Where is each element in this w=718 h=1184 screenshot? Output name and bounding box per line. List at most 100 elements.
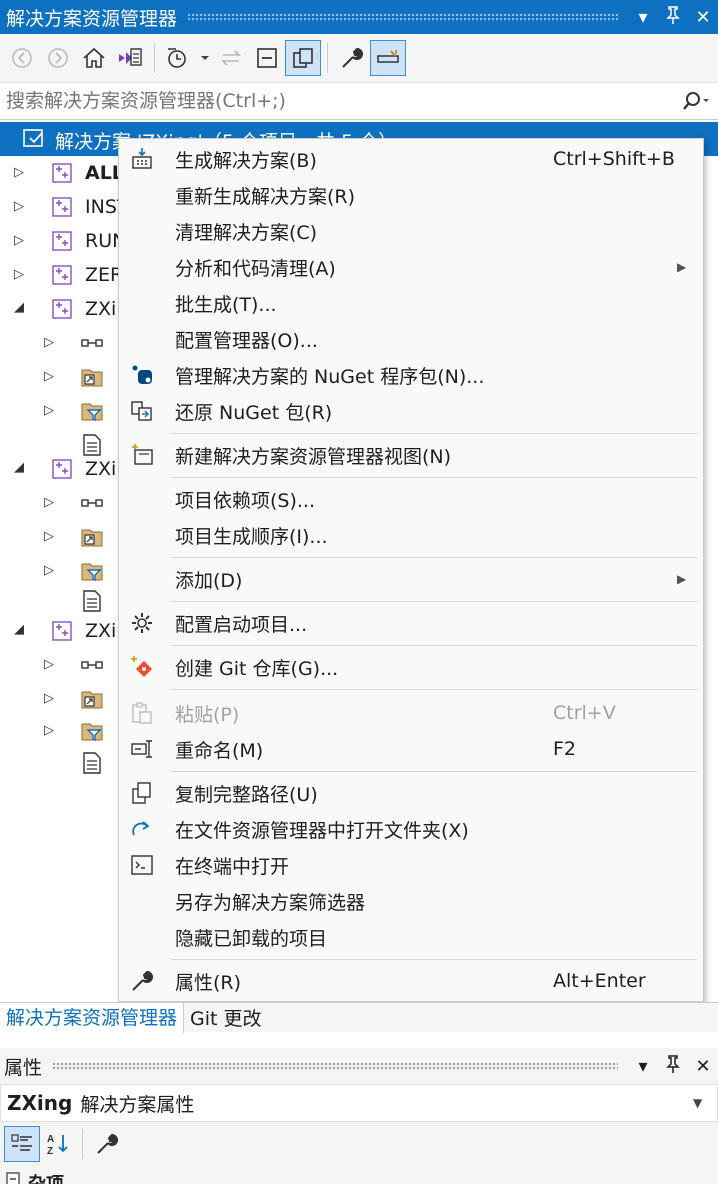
menu-item-create-git-repo[interactable]: 创建 Git 仓库(G)... — [119, 649, 703, 685]
solution-explorer-titlebar: 解决方案资源管理器 ▾ ✕ — [0, 0, 718, 34]
submenu-arrow-icon: ▶ — [677, 572, 687, 586]
home-icon[interactable] — [76, 40, 112, 76]
expand-arrow-icon[interactable]: ▷ — [44, 495, 54, 510]
chevron-down-icon[interactable] — [197, 40, 213, 76]
back-icon[interactable] — [4, 40, 40, 76]
expand-arrow-icon[interactable]: ▷ — [44, 723, 54, 738]
switch-views-icon[interactable] — [112, 40, 148, 76]
context-menu: 生成解决方案(B) Ctrl+Shift+B 重新生成解决方案(R) 清理解决方… — [118, 138, 704, 1002]
expand-arrow-icon[interactable]: ▷ — [44, 563, 54, 578]
window-dropdown-icon[interactable]: ▾ — [628, 7, 658, 28]
expand-arrow-icon[interactable]: ▷ — [44, 369, 54, 384]
menu-item-open-in-explorer[interactable]: 在文件资源管理器中打开文件夹(X) — [119, 811, 703, 847]
object-kind: 解决方案属性 — [80, 1093, 195, 1116]
search-input[interactable] — [0, 90, 674, 112]
references-icon — [80, 334, 106, 356]
menu-item-new-solution-view[interactable]: 新建解决方案资源管理器视图(N) — [119, 437, 703, 473]
menu-separator — [171, 433, 697, 434]
search-bar — [0, 82, 718, 120]
expand-arrow-icon[interactable]: ▷ — [44, 529, 54, 544]
menu-item-restore-nuget[interactable]: 还原 NuGet 包(R) — [119, 393, 703, 429]
menu-separator — [171, 645, 697, 646]
menu-item-add[interactable]: 添加(D) ▶ — [119, 561, 703, 597]
nuget-icon — [129, 362, 155, 388]
solution-explorer-toolbar — [0, 34, 718, 82]
properties-toolbar: AZ — [0, 1122, 718, 1166]
menu-item-rename[interactable]: 重命名(M) F2 — [119, 731, 703, 767]
pin-icon[interactable] — [658, 1054, 688, 1078]
expand-arrow-icon[interactable]: ▷ — [44, 335, 54, 350]
toolbar-divider — [82, 1129, 83, 1159]
menu-item-manage-nuget[interactable]: 管理解决方案的 NuGet 程序包(N)... — [119, 357, 703, 393]
sort-alphabetical-icon[interactable]: AZ — [40, 1126, 76, 1162]
expand-arrow-icon[interactable]: ▷ — [14, 199, 24, 214]
project-icon — [50, 161, 74, 190]
menu-item-clean-solution[interactable]: 清理解决方案(C) — [119, 213, 703, 249]
categorized-icon[interactable] — [4, 1126, 40, 1162]
properties-object-selector[interactable]: ZXing 解决方案属性 ▼ — [0, 1084, 718, 1122]
menu-item-batch-build[interactable]: 批生成(T)... — [119, 285, 703, 321]
menu-item-project-dependencies[interactable]: 项目依赖项(S)... — [119, 481, 703, 517]
menu-item-analyze-cleanup[interactable]: 分析和代码清理(A) ▶ — [119, 249, 703, 285]
menu-item-save-as-filter[interactable]: 另存为解决方案筛选器 — [119, 883, 703, 919]
collapse-arrow-icon[interactable]: ◢ — [14, 300, 24, 315]
toolbar-divider — [154, 43, 155, 73]
rename-icon — [129, 736, 155, 762]
pending-changes-filter-icon[interactable] — [161, 40, 197, 76]
git-icon — [129, 654, 155, 680]
close-icon[interactable]: ✕ — [688, 1056, 718, 1077]
expand-arrow-icon[interactable]: ▷ — [14, 165, 24, 180]
window-dropdown-icon[interactable]: ▾ — [628, 1056, 658, 1077]
menu-item-properties[interactable]: 属性(R) Alt+Enter — [119, 963, 703, 999]
expand-arrow-icon[interactable]: ▷ — [44, 691, 54, 706]
project-icon — [50, 263, 74, 292]
menu-item-hide-unloaded[interactable]: 隐藏已卸载的项目 — [119, 919, 703, 955]
menu-separator — [171, 959, 697, 960]
collapse-arrow-icon[interactable]: ◢ — [14, 460, 24, 475]
menu-item-project-build-order[interactable]: 项目生成顺序(I)... — [119, 517, 703, 553]
show-all-files-icon[interactable] — [285, 40, 321, 76]
pin-icon[interactable] — [658, 5, 688, 29]
collapse-category-icon[interactable] — [6, 1172, 20, 1184]
project-icon — [50, 619, 74, 648]
menu-item-copy-full-path[interactable]: 复制完整路径(U) — [119, 775, 703, 811]
collapse-arrow-icon[interactable]: ◢ — [14, 622, 24, 637]
external-dependencies-icon — [80, 525, 104, 554]
build-solution-icon — [129, 146, 155, 172]
collapse-all-icon[interactable] — [249, 40, 285, 76]
menu-item-paste[interactable]: 粘贴(P) Ctrl+V — [119, 695, 703, 731]
restore-packages-icon — [129, 398, 155, 424]
copy-icon — [129, 780, 155, 806]
menu-separator — [171, 689, 697, 690]
menu-item-configuration-manager[interactable]: 配置管理器(O)... — [119, 321, 703, 357]
svg-text:Z: Z — [47, 1146, 53, 1156]
expand-arrow-icon[interactable]: ▷ — [44, 403, 54, 418]
preview-selected-items-icon[interactable] — [370, 40, 406, 76]
category-label: 杂项 — [28, 1170, 64, 1184]
chevron-down-icon[interactable]: ▼ — [693, 1096, 717, 1110]
project-icon — [50, 297, 74, 326]
tab-git-changes[interactable]: Git 更改 — [184, 1004, 268, 1031]
tab-solution-explorer[interactable]: 解决方案资源管理器 — [0, 1002, 185, 1033]
svg-text:A: A — [47, 1134, 54, 1145]
menu-item-open-in-terminal[interactable]: 在终端中打开 — [119, 847, 703, 883]
menu-item-rebuild-solution[interactable]: 重新生成解决方案(R) — [119, 177, 703, 213]
sync-with-active-document-icon[interactable] — [213, 40, 249, 76]
menu-separator — [171, 771, 697, 772]
expand-arrow-icon[interactable]: ▷ — [44, 657, 54, 672]
property-pages-wrench-icon[interactable] — [89, 1126, 125, 1162]
properties-category: 杂项 — [0, 1166, 718, 1184]
search-icon[interactable] — [674, 91, 718, 111]
close-icon[interactable]: ✕ — [688, 7, 718, 28]
properties-titlebar: 属性 ▾ ✕ — [0, 1048, 718, 1084]
expand-arrow-icon[interactable]: ▷ — [14, 267, 24, 282]
expand-arrow-icon[interactable]: ▷ — [14, 233, 24, 248]
properties-wrench-icon[interactable] — [334, 40, 370, 76]
menu-item-build-solution[interactable]: 生成解决方案(B) Ctrl+Shift+B — [119, 141, 703, 177]
new-view-icon — [129, 442, 155, 468]
object-name: ZXing — [7, 1091, 73, 1115]
menu-item-set-startup-projects[interactable]: 配置启动项目... — [119, 605, 703, 641]
filter-folder-icon — [80, 719, 104, 748]
forward-icon[interactable] — [40, 40, 76, 76]
project-icon — [50, 457, 74, 486]
